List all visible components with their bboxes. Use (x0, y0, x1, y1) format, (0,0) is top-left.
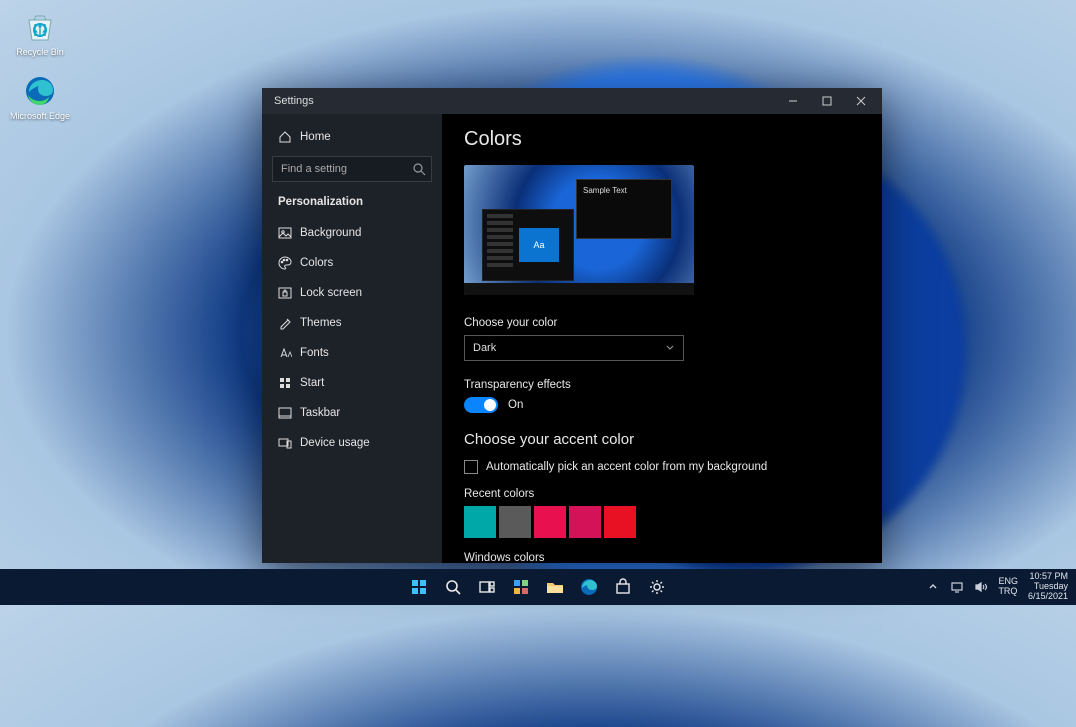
minimize-button[interactable] (776, 88, 810, 114)
lock-screen-icon (278, 286, 292, 300)
taskbar-center (406, 574, 670, 600)
transparency-state: On (508, 399, 523, 411)
color-preview: Aa Sample Text (464, 165, 694, 295)
recent-colors-row (464, 506, 860, 538)
taskbar-edge-button[interactable] (576, 574, 602, 600)
sidebar-item-taskbar[interactable]: Taskbar (272, 400, 432, 426)
taskbar: ENG TRQ 10:57 PM Tuesday 6/15/2021 (0, 569, 1076, 605)
start-icon (278, 376, 292, 390)
titlebar[interactable]: Settings (262, 88, 882, 114)
preview-window: Sample Text (576, 179, 672, 239)
taskbar-settings-button[interactable] (644, 574, 670, 600)
sidebar-item-fonts[interactable]: Fonts (272, 340, 432, 366)
sidebar-item-start[interactable]: Start (272, 370, 432, 396)
sidebar-item-label: Background (300, 227, 361, 239)
sidebar-item-lock-screen[interactable]: Lock screen (272, 280, 432, 306)
home-icon (278, 130, 292, 144)
sidebar-item-colors[interactable]: Colors (272, 250, 432, 276)
search-input[interactable] (272, 156, 432, 182)
sidebar-item-label: Themes (300, 317, 342, 329)
themes-icon (278, 316, 292, 330)
transparency-toggle[interactable] (464, 397, 498, 413)
tray-date: 6/15/2021 (1028, 592, 1068, 602)
fonts-icon (278, 346, 292, 360)
edge-icon (21, 72, 59, 110)
auto-pick-label: Automatically pick an accent color from … (486, 461, 767, 473)
tray-chevron-up-icon[interactable] (926, 580, 940, 594)
color-swatch[interactable] (569, 506, 601, 538)
sidebar-section-label: Personalization (272, 192, 432, 216)
sidebar-item-label: Taskbar (300, 407, 340, 419)
transparency-label: Transparency effects (464, 379, 860, 391)
sidebar-item-label: Start (300, 377, 324, 389)
preview-start-menu: Aa (482, 209, 574, 281)
sidebar: Home Personalization Background Colors L… (262, 114, 442, 563)
windows-colors-label: Windows colors (464, 552, 860, 563)
desktop-icon-recycle-bin[interactable]: Recycle Bin (8, 8, 72, 58)
desktop-icon-label: Microsoft Edge (10, 112, 70, 122)
system-tray: ENG TRQ 10:57 PM Tuesday 6/15/2021 (926, 572, 1068, 602)
taskbar-store-button[interactable] (610, 574, 636, 600)
maximize-button[interactable] (810, 88, 844, 114)
sidebar-search (272, 156, 432, 182)
taskbar-search-button[interactable] (440, 574, 466, 600)
preview-taskbar (464, 283, 694, 295)
recent-colors-label: Recent colors (464, 488, 860, 500)
checkbox-icon (464, 460, 478, 474)
search-icon (412, 162, 426, 176)
sidebar-item-label: Lock screen (300, 287, 362, 299)
taskbar-start-button[interactable] (406, 574, 432, 600)
chevron-down-icon (665, 342, 675, 355)
choose-color-value: Dark (473, 342, 496, 354)
taskbar-file-explorer-button[interactable] (542, 574, 568, 600)
sidebar-item-background[interactable]: Background (272, 220, 432, 246)
window-title: Settings (274, 95, 314, 107)
settings-window: Settings Home Personalization Background… (262, 88, 882, 563)
desktop-icon-label: Recycle Bin (16, 48, 64, 58)
sidebar-item-label: Colors (300, 257, 333, 269)
sidebar-item-label: Fonts (300, 347, 329, 359)
palette-icon (278, 256, 292, 270)
color-swatch[interactable] (464, 506, 496, 538)
close-button[interactable] (844, 88, 878, 114)
page-heading: Colors (464, 128, 860, 151)
tray-language[interactable]: ENG TRQ (998, 577, 1018, 597)
choose-color-label: Choose your color (464, 317, 860, 329)
sidebar-home[interactable]: Home (272, 124, 432, 150)
tray-volume-icon[interactable] (974, 580, 988, 594)
color-swatch[interactable] (534, 506, 566, 538)
sidebar-item-device-usage[interactable]: Device usage (272, 430, 432, 456)
color-swatch[interactable] (499, 506, 531, 538)
color-swatch[interactable] (604, 506, 636, 538)
accent-heading: Choose your accent color (464, 431, 860, 448)
desktop-icon-microsoft-edge[interactable]: Microsoft Edge (8, 72, 72, 122)
preview-tile: Aa (519, 228, 559, 262)
tray-clock[interactable]: 10:57 PM Tuesday 6/15/2021 (1028, 572, 1068, 602)
sidebar-home-label: Home (300, 131, 331, 143)
recycle-bin-icon (21, 8, 59, 46)
choose-color-select[interactable]: Dark (464, 335, 684, 361)
device-usage-icon (278, 436, 292, 450)
taskbar-widgets-button[interactable] (508, 574, 534, 600)
desktop-icons: Recycle Bin Microsoft Edge (8, 8, 72, 122)
tray-network-icon[interactable] (950, 580, 964, 594)
tray-lang2: TRQ (998, 587, 1018, 597)
taskbar-icon (278, 406, 292, 420)
sidebar-item-label: Device usage (300, 437, 370, 449)
preview-sample-text: Sample Text (583, 186, 627, 195)
auto-pick-checkbox-row[interactable]: Automatically pick an accent color from … (464, 460, 860, 474)
taskbar-taskview-button[interactable] (474, 574, 500, 600)
image-icon (278, 226, 292, 240)
content-pane: Colors Aa Sample Text Choose your color … (442, 114, 882, 563)
sidebar-item-themes[interactable]: Themes (272, 310, 432, 336)
